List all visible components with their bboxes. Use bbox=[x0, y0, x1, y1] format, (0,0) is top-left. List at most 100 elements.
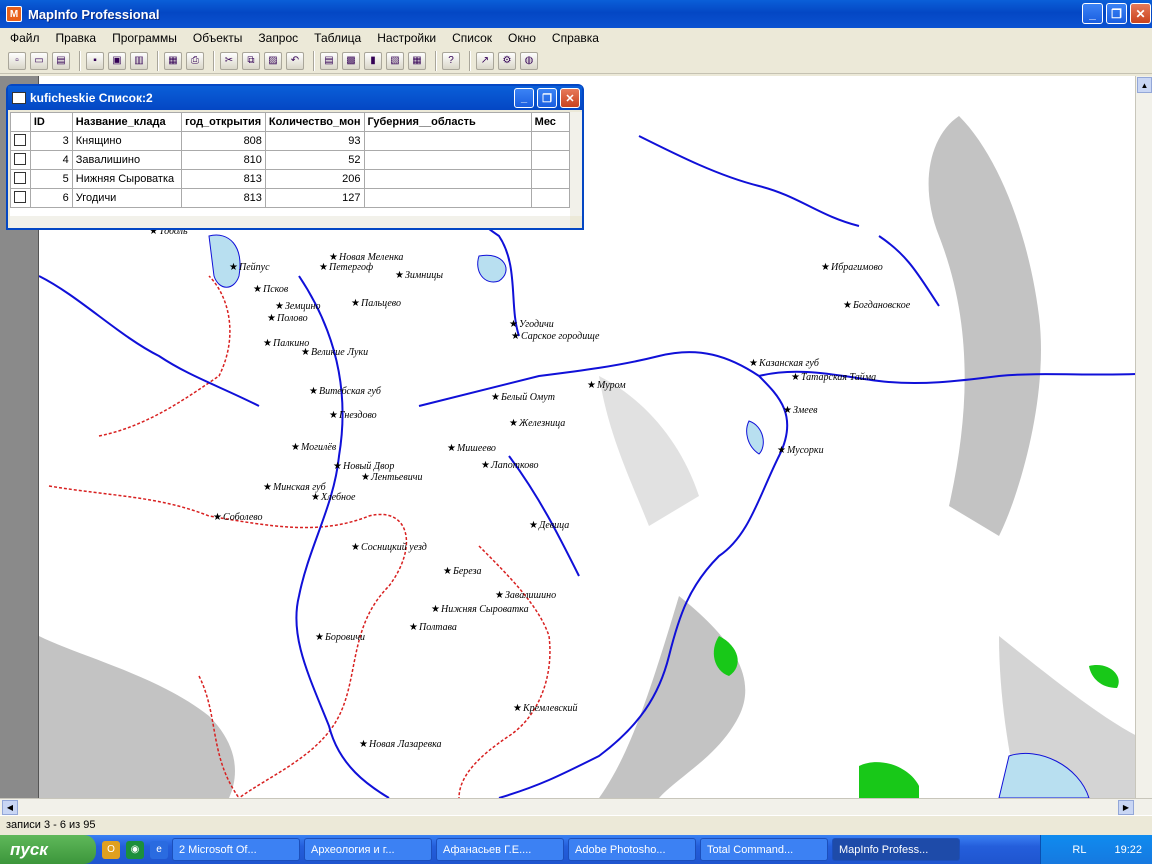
row-checkbox[interactable] bbox=[14, 152, 26, 165]
scroll-left-icon[interactable]: ◀ bbox=[2, 800, 18, 815]
copy-icon[interactable]: ⧉ bbox=[242, 51, 260, 70]
column-header[interactable]: Название_клада bbox=[71, 112, 183, 132]
column-header[interactable]: год_открытия bbox=[181, 112, 266, 132]
task-afanasiev[interactable]: Афанасьев Г.Е.... bbox=[436, 838, 564, 861]
task-mapinfo[interactable]: MapInfo Profess... bbox=[832, 838, 960, 861]
cell-region[interactable] bbox=[363, 150, 532, 170]
row-select-cell[interactable] bbox=[10, 150, 31, 170]
cell-name[interactable]: Угодичи bbox=[71, 188, 183, 208]
row-checkbox[interactable] bbox=[14, 133, 26, 146]
cell-id[interactable]: 5 bbox=[29, 169, 73, 189]
cell-count[interactable]: 52 bbox=[264, 150, 365, 170]
map-horizontal-scrollbar[interactable]: ◀ ▶ bbox=[0, 798, 1152, 815]
browser-window[interactable]: kuficheskie Список:2 _ ❐ ✕ ID Название_к… bbox=[6, 84, 584, 230]
menu-file[interactable]: Файл bbox=[10, 31, 40, 45]
close-table-icon[interactable]: ▥ bbox=[130, 51, 148, 70]
cell-year[interactable]: 808 bbox=[181, 131, 266, 151]
cell-year[interactable]: 810 bbox=[181, 150, 266, 170]
cell-id[interactable]: 3 bbox=[29, 131, 73, 151]
restore-button[interactable]: ❐ bbox=[1106, 3, 1127, 24]
table-row[interactable]: 4 Завалишино 810 52 bbox=[10, 150, 570, 170]
language-indicator[interactable]: RL bbox=[1072, 844, 1086, 856]
row-select-cell[interactable] bbox=[10, 169, 31, 189]
tool-icon[interactable]: ⚙ bbox=[498, 51, 516, 70]
cell-id[interactable]: 4 bbox=[29, 150, 73, 170]
cell-place[interactable] bbox=[530, 188, 570, 208]
undo-icon[interactable]: ↶ bbox=[286, 51, 304, 70]
browser-maximize-button[interactable]: ❐ bbox=[537, 88, 557, 108]
menu-objects[interactable]: Объекты bbox=[193, 31, 243, 45]
cell-count[interactable]: 206 bbox=[264, 169, 365, 189]
cut-icon[interactable]: ✂ bbox=[220, 51, 238, 70]
row-select-cell[interactable] bbox=[10, 188, 31, 208]
new-icon[interactable]: ▫ bbox=[8, 51, 26, 70]
task-total-commander[interactable]: Total Command... bbox=[700, 838, 828, 861]
cell-year[interactable]: 813 bbox=[181, 169, 266, 189]
cell-year[interactable]: 813 bbox=[181, 188, 266, 208]
row-checkbox[interactable] bbox=[14, 171, 26, 184]
start-button[interactable]: пуск bbox=[0, 835, 96, 864]
print-icon[interactable]: ⎙ bbox=[186, 51, 204, 70]
map-icon[interactable]: ▩ bbox=[342, 51, 360, 70]
close-button[interactable]: ✕ bbox=[1130, 3, 1151, 24]
table-row[interactable]: 6 Угодичи 813 127 bbox=[10, 188, 570, 208]
redistrict-icon[interactable]: ▦ bbox=[408, 51, 426, 70]
menu-window[interactable]: Окно bbox=[508, 31, 536, 45]
browser-grid[interactable]: ID Название_клада год_открытия Количеств… bbox=[10, 112, 570, 216]
browser-minimize-button[interactable]: _ bbox=[514, 88, 534, 108]
column-header[interactable]: ID bbox=[29, 112, 73, 132]
hotlink-icon[interactable]: ↗ bbox=[476, 51, 494, 70]
quicklaunch-opera-icon[interactable]: O bbox=[102, 840, 120, 859]
cell-id[interactable]: 6 bbox=[29, 188, 73, 208]
open-workspace-icon[interactable]: ▤ bbox=[52, 51, 70, 70]
layout-icon[interactable]: ▧ bbox=[386, 51, 404, 70]
new-map-icon[interactable]: ▦ bbox=[164, 51, 182, 70]
menu-programs[interactable]: Программы bbox=[112, 31, 177, 45]
cell-region[interactable] bbox=[363, 131, 532, 151]
quicklaunch-chrome-icon[interactable]: ◉ bbox=[126, 840, 144, 859]
scroll-up-icon[interactable]: ▲ bbox=[1137, 77, 1152, 93]
open-icon[interactable]: ▭ bbox=[30, 51, 48, 70]
help-icon[interactable]: ? bbox=[442, 51, 460, 70]
browser-title-bar[interactable]: kuficheskie Список:2 _ ❐ ✕ bbox=[8, 86, 582, 110]
menu-query[interactable]: Запрос bbox=[258, 31, 298, 45]
cell-name[interactable]: Княщино bbox=[71, 131, 183, 151]
menu-browse[interactable]: Список bbox=[452, 31, 492, 45]
task-archaeology[interactable]: Археология и г... bbox=[304, 838, 432, 861]
column-header[interactable]: Количество_мон bbox=[264, 112, 365, 132]
quicklaunch-ie-icon[interactable]: e bbox=[150, 840, 168, 859]
cell-region[interactable] bbox=[363, 188, 532, 208]
save-copy-icon[interactable]: ▣ bbox=[108, 51, 126, 70]
save-icon[interactable]: ▪ bbox=[86, 51, 104, 70]
column-header[interactable]: Губерния__область bbox=[363, 112, 532, 132]
menu-help[interactable]: Справка bbox=[552, 31, 599, 45]
table-row[interactable]: 3 Княщино 808 93 bbox=[10, 131, 570, 151]
minimize-button[interactable]: _ bbox=[1082, 3, 1103, 24]
cell-count[interactable]: 93 bbox=[264, 131, 365, 151]
cell-region[interactable] bbox=[363, 169, 532, 189]
task-word[interactable]: 2 Microsoft Of... bbox=[172, 838, 300, 861]
graph-icon[interactable]: ▮ bbox=[364, 51, 382, 70]
column-header[interactable]: Мес bbox=[530, 112, 570, 132]
paste-icon[interactable]: ▨ bbox=[264, 51, 282, 70]
browse-icon[interactable]: ▤ bbox=[320, 51, 338, 70]
browser-horizontal-scrollbar[interactable] bbox=[10, 216, 570, 228]
browser-vertical-scrollbar[interactable] bbox=[570, 112, 582, 216]
task-photoshop[interactable]: Adobe Photosho... bbox=[568, 838, 696, 861]
menu-table[interactable]: Таблица bbox=[314, 31, 361, 45]
scroll-right-icon[interactable]: ▶ bbox=[1118, 800, 1134, 815]
menu-options[interactable]: Настройки bbox=[377, 31, 436, 45]
row-checkbox[interactable] bbox=[14, 190, 26, 203]
table-row[interactable]: 5 Нижняя Сыроватка 813 206 bbox=[10, 169, 570, 189]
row-select-cell[interactable] bbox=[10, 131, 31, 151]
cell-name[interactable]: Завалишино bbox=[71, 150, 183, 170]
map-vertical-scrollbar[interactable]: ▲ bbox=[1135, 76, 1152, 798]
cell-place[interactable] bbox=[530, 169, 570, 189]
menu-edit[interactable]: Правка bbox=[56, 31, 97, 45]
globe-icon[interactable]: ◍ bbox=[520, 51, 538, 70]
cell-place[interactable] bbox=[530, 150, 570, 170]
cell-count[interactable]: 127 bbox=[264, 188, 365, 208]
browser-close-button[interactable]: ✕ bbox=[560, 88, 580, 108]
cell-name[interactable]: Нижняя Сыроватка bbox=[71, 169, 183, 189]
cell-place[interactable] bbox=[530, 131, 570, 151]
